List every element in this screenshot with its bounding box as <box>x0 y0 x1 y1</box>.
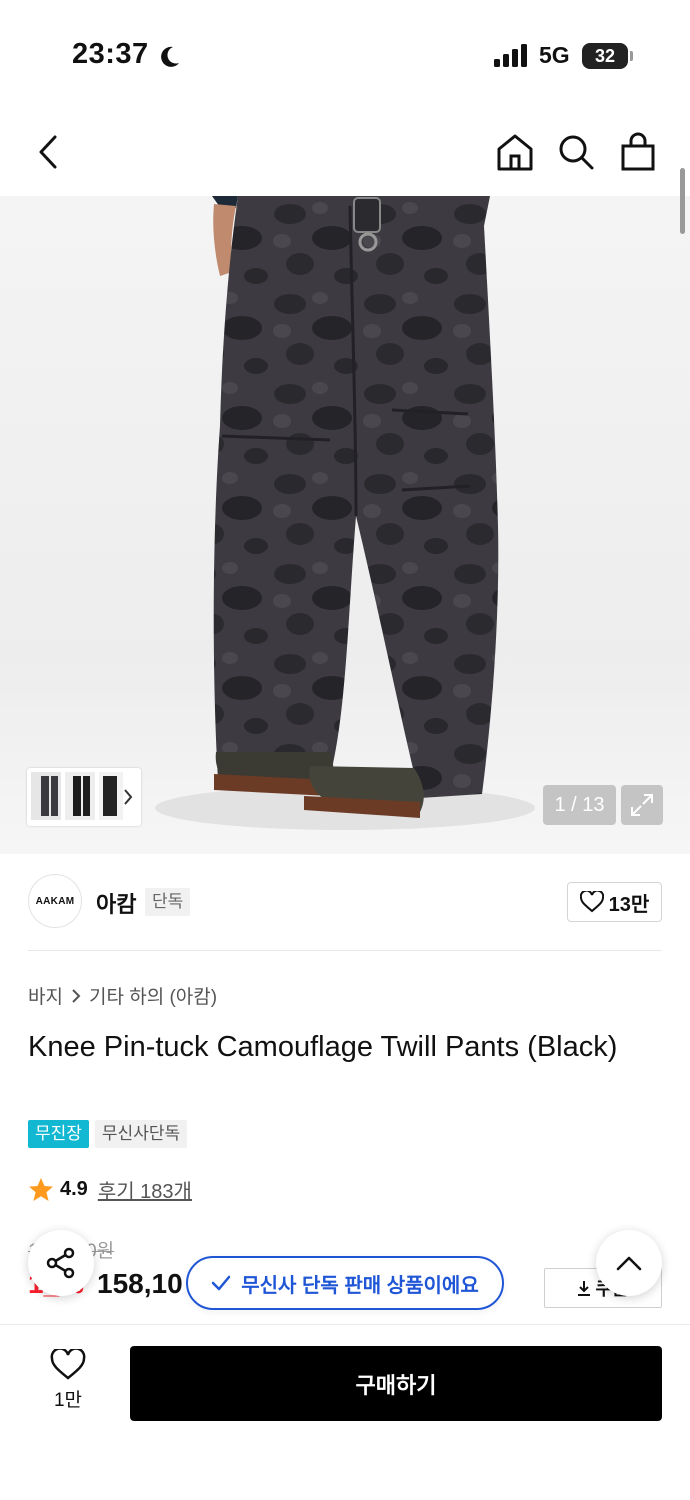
home-button[interactable] <box>493 130 537 174</box>
rating-row: 4.9 후기 183개 <box>28 1175 192 1204</box>
thumbnail-strip[interactable] <box>27 768 141 826</box>
brand-row: AAKAM 아캄 단독 13만 <box>28 874 662 930</box>
sale-price: 158,10 <box>97 1268 183 1299</box>
home-icon <box>497 134 533 171</box>
product-like-button[interactable]: 1만 <box>34 1349 102 1419</box>
buy-button[interactable]: 구매하기 <box>130 1346 662 1421</box>
brand-logo[interactable]: AAKAM <box>28 874 82 928</box>
breadcrumb-category[interactable]: 바지 <box>28 982 63 1009</box>
battery-icon: 32 <box>582 43 628 69</box>
product-title: Knee Pin-tuck Camouflage Twill Pants (Bl… <box>28 1031 618 1063</box>
badge-mujinjang: 무진장 <box>28 1120 89 1148</box>
cart-button[interactable] <box>616 130 660 174</box>
expand-icon <box>631 794 653 816</box>
check-icon <box>212 1275 231 1291</box>
brand-like-count: 13만 <box>608 893 650 916</box>
status-bar: 23:37 5G 32 <box>0 0 690 110</box>
share-button[interactable] <box>28 1230 94 1296</box>
breadcrumb-subcategory[interactable]: 기타 하의 (아캄) <box>89 982 217 1009</box>
heart-icon <box>579 891 604 913</box>
search-icon <box>559 135 594 170</box>
exclusive-notice[interactable]: 무신사 단독 판매 상품이에요 <box>186 1256 504 1310</box>
heart-icon <box>50 1349 86 1380</box>
back-icon <box>39 135 57 169</box>
product-photo <box>155 196 535 830</box>
chevron-right-icon <box>72 988 81 1003</box>
nav-bar <box>0 112 690 192</box>
share-icon <box>46 1247 75 1279</box>
scroll-top-button[interactable] <box>596 1230 662 1296</box>
product-image[interactable] <box>0 196 690 854</box>
status-time: 23:37 <box>72 38 149 70</box>
star-icon <box>29 1177 53 1201</box>
expand-button[interactable] <box>621 785 663 825</box>
brand-tag: 단독 <box>145 888 191 916</box>
rating-value: 4.9 <box>60 1178 88 1200</box>
bottom-bar: 1만 구매하기 <box>0 1324 690 1500</box>
scroll-indicator[interactable] <box>680 168 685 234</box>
badge-row: 무진장 무신사단독 <box>28 1120 188 1148</box>
product-like-count: 1만 <box>53 1390 83 1411</box>
signal-icon <box>494 44 527 67</box>
thumbnail-images <box>31 772 133 820</box>
download-icon <box>578 1281 591 1296</box>
moon-icon <box>161 46 179 67</box>
battery-cap <box>630 51 633 61</box>
breadcrumb: 바지 기타 하의 (아캄) <box>28 982 217 1009</box>
image-counter: 1 / 13 <box>543 785 616 825</box>
shopping-bag-icon <box>621 132 655 171</box>
network-label: 5G <box>539 42 570 68</box>
review-link[interactable]: 후기 183개 <box>98 1175 192 1204</box>
back-button[interactable] <box>26 130 70 174</box>
badge-musinsa-exclusive: 무신사단독 <box>94 1120 188 1148</box>
divider <box>28 950 662 951</box>
chevron-up-icon <box>616 1256 642 1271</box>
search-button[interactable] <box>554 130 598 174</box>
exclusive-notice-text: 무신사 단독 판매 상품이에요 <box>241 1274 479 1297</box>
brand-like-button[interactable]: 13만 <box>567 882 662 922</box>
brand-name[interactable]: 아캄 <box>96 887 136 919</box>
